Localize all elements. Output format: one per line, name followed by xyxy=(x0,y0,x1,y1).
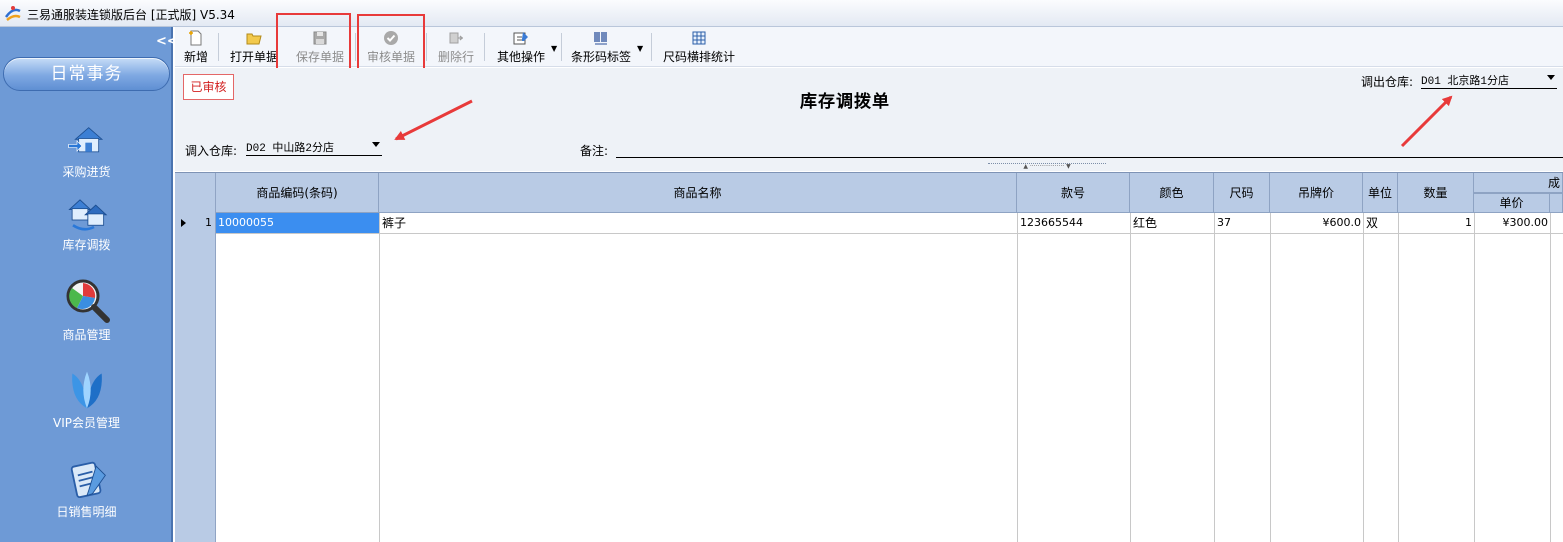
column-header-qty[interactable]: 数量 xyxy=(1398,173,1474,213)
sidebar-item-label: 日销售明细 xyxy=(56,505,117,519)
column-header-code[interactable]: 商品编码(条码) xyxy=(216,173,379,213)
chevron-down-icon[interactable]: ▼ xyxy=(551,44,557,53)
open-document-button[interactable]: 打开单据 xyxy=(228,27,280,67)
clipboard-pen-icon xyxy=(70,461,106,499)
in-warehouse-value: D02 中山路2分店 xyxy=(246,143,335,155)
row-indicator[interactable]: 1 xyxy=(175,213,216,233)
column-header-name[interactable]: 商品名称 xyxy=(379,173,1017,213)
cell-code[interactable]: 10000055 xyxy=(216,213,379,233)
column-header-unit-price[interactable]: 单价 xyxy=(1474,193,1550,213)
barcode-label-button[interactable]: 条形码标签 xyxy=(570,27,632,67)
dropdown-arrow-icon[interactable] xyxy=(1547,75,1555,80)
row-pointer-icon xyxy=(181,219,186,227)
new-document-icon xyxy=(189,30,202,46)
delete-row-label: 删除行 xyxy=(437,50,474,64)
delete-row-icon xyxy=(449,32,463,44)
sidebar-section-header[interactable]: 日常事务 xyxy=(3,57,170,91)
barcode-label-text: 条形码标签 xyxy=(570,50,631,64)
grid-line xyxy=(1363,213,1364,542)
grid-line xyxy=(1474,213,1475,542)
sidebar: << 日常事务 采购进货 库存调拨 商品管理 VIP会员管理 日销售明细 xyxy=(0,27,178,542)
cell-size[interactable]: 37 xyxy=(1215,213,1270,233)
out-warehouse-select[interactable]: D01 北京路1分店 xyxy=(1421,71,1557,89)
cell-unit[interactable]: 双 xyxy=(1364,213,1398,233)
sidebar-item-label: 库存调拨 xyxy=(62,238,111,252)
transfer-houses-icon xyxy=(67,199,107,231)
out-warehouse-label: 调出仓库: xyxy=(1361,75,1414,89)
other-operations-label: 其他操作 xyxy=(496,50,545,64)
sidebar-item-label: 商品管理 xyxy=(62,328,111,342)
out-warehouse-value: D01 北京路1分店 xyxy=(1421,76,1510,88)
column-header-unit[interactable]: 单位 xyxy=(1363,173,1398,213)
toolbar-separator xyxy=(355,33,356,61)
column-header-tag-price[interactable]: 吊牌价 xyxy=(1270,173,1363,213)
grid-line xyxy=(379,213,380,542)
open-document-label: 打开单据 xyxy=(229,50,278,64)
cell-tag-price[interactable]: ¥600.0 xyxy=(1271,213,1363,233)
toolbar-separator xyxy=(651,33,652,61)
app-logo-icon xyxy=(4,6,21,21)
toolbar-separator xyxy=(218,33,219,61)
edit-form-icon xyxy=(513,32,528,45)
page-title: 库存调拨单 xyxy=(800,92,890,112)
remark-label: 备注: xyxy=(580,144,609,158)
status-badge: 已审核 xyxy=(183,74,234,100)
panel-splitter[interactable]: ▲ ·················· ▼ xyxy=(988,163,1106,170)
column-header-cost-group[interactable]: 成 xyxy=(1474,173,1563,193)
audit-button-highlight xyxy=(357,14,425,75)
column-header-size[interactable]: 尺码 xyxy=(1214,173,1270,213)
in-warehouse-select[interactable]: D02 中山路2分店 xyxy=(246,138,382,156)
cell-style[interactable]: 123665544 xyxy=(1018,213,1130,233)
sidebar-item-vip[interactable]: VIP会员管理 xyxy=(0,368,173,431)
table-grid-icon xyxy=(692,31,706,45)
grid-line xyxy=(1398,213,1399,542)
cell-unit-price[interactable]: ¥300.00 xyxy=(1475,213,1550,233)
butterfly-leaf-icon xyxy=(71,371,102,409)
sidebar-item-daily-sales[interactable]: 日销售明细 xyxy=(0,457,173,520)
cell-color[interactable]: 红色 xyxy=(1131,213,1214,233)
chevron-down-icon[interactable]: ▼ xyxy=(637,44,643,53)
barcode-icon xyxy=(594,32,607,45)
other-operations-button[interactable]: 其他操作 xyxy=(495,27,547,67)
cell-name[interactable]: 裤子 xyxy=(380,213,1017,233)
grid-line xyxy=(1550,213,1551,542)
column-header-next[interactable] xyxy=(1550,193,1563,213)
sidebar-item-label: 采购进货 xyxy=(62,165,111,179)
column-header-style[interactable]: 款号 xyxy=(1017,173,1130,213)
grid-line xyxy=(1214,213,1215,542)
window-title: 三易通服装连锁版后台 [正式版] V5.34 xyxy=(27,8,235,22)
remark-input[interactable] xyxy=(616,157,1563,158)
document-header-area xyxy=(175,68,1563,171)
purchase-house-icon xyxy=(67,127,103,153)
new-button-label: 新增 xyxy=(183,50,208,64)
folder-open-icon xyxy=(246,33,262,45)
grid-line xyxy=(1017,213,1018,542)
in-warehouse-label: 调入仓库: xyxy=(185,144,238,158)
sidebar-item-transfer[interactable]: 库存调拨 xyxy=(0,192,173,253)
grid-line xyxy=(1270,213,1271,542)
cell-qty[interactable]: 1 xyxy=(1399,213,1474,233)
sidebar-item-products[interactable]: 商品管理 xyxy=(0,276,173,343)
toolbar-separator xyxy=(484,33,485,61)
size-horizontal-stats-label: 尺码横排统计 xyxy=(662,50,735,64)
grid-line xyxy=(1130,213,1131,542)
toolbar-separator xyxy=(426,33,427,61)
magnifier-chart-icon xyxy=(66,279,110,323)
sidebar-item-label: VIP会员管理 xyxy=(53,416,120,430)
sidebar-item-purchase[interactable]: 采购进货 xyxy=(0,121,173,180)
row-number: 1 xyxy=(205,216,212,229)
item-grid: 商品编码(条码) 商品名称 款号 颜色 尺码 吊牌价 单位 数量 成 单价 1 … xyxy=(175,172,1563,542)
new-button[interactable]: 新增 xyxy=(181,27,211,67)
toolbar-separator xyxy=(561,33,562,61)
dropdown-arrow-icon[interactable] xyxy=(372,142,380,147)
size-horizontal-stats-button[interactable]: 尺码横排统计 xyxy=(662,27,736,67)
column-header-color[interactable]: 颜色 xyxy=(1130,173,1214,213)
title-bar: 三易通服装连锁版后台 [正式版] V5.34 xyxy=(0,0,1563,27)
delete-row-button[interactable]: 删除行 xyxy=(436,27,476,67)
save-button-highlight xyxy=(276,13,351,75)
